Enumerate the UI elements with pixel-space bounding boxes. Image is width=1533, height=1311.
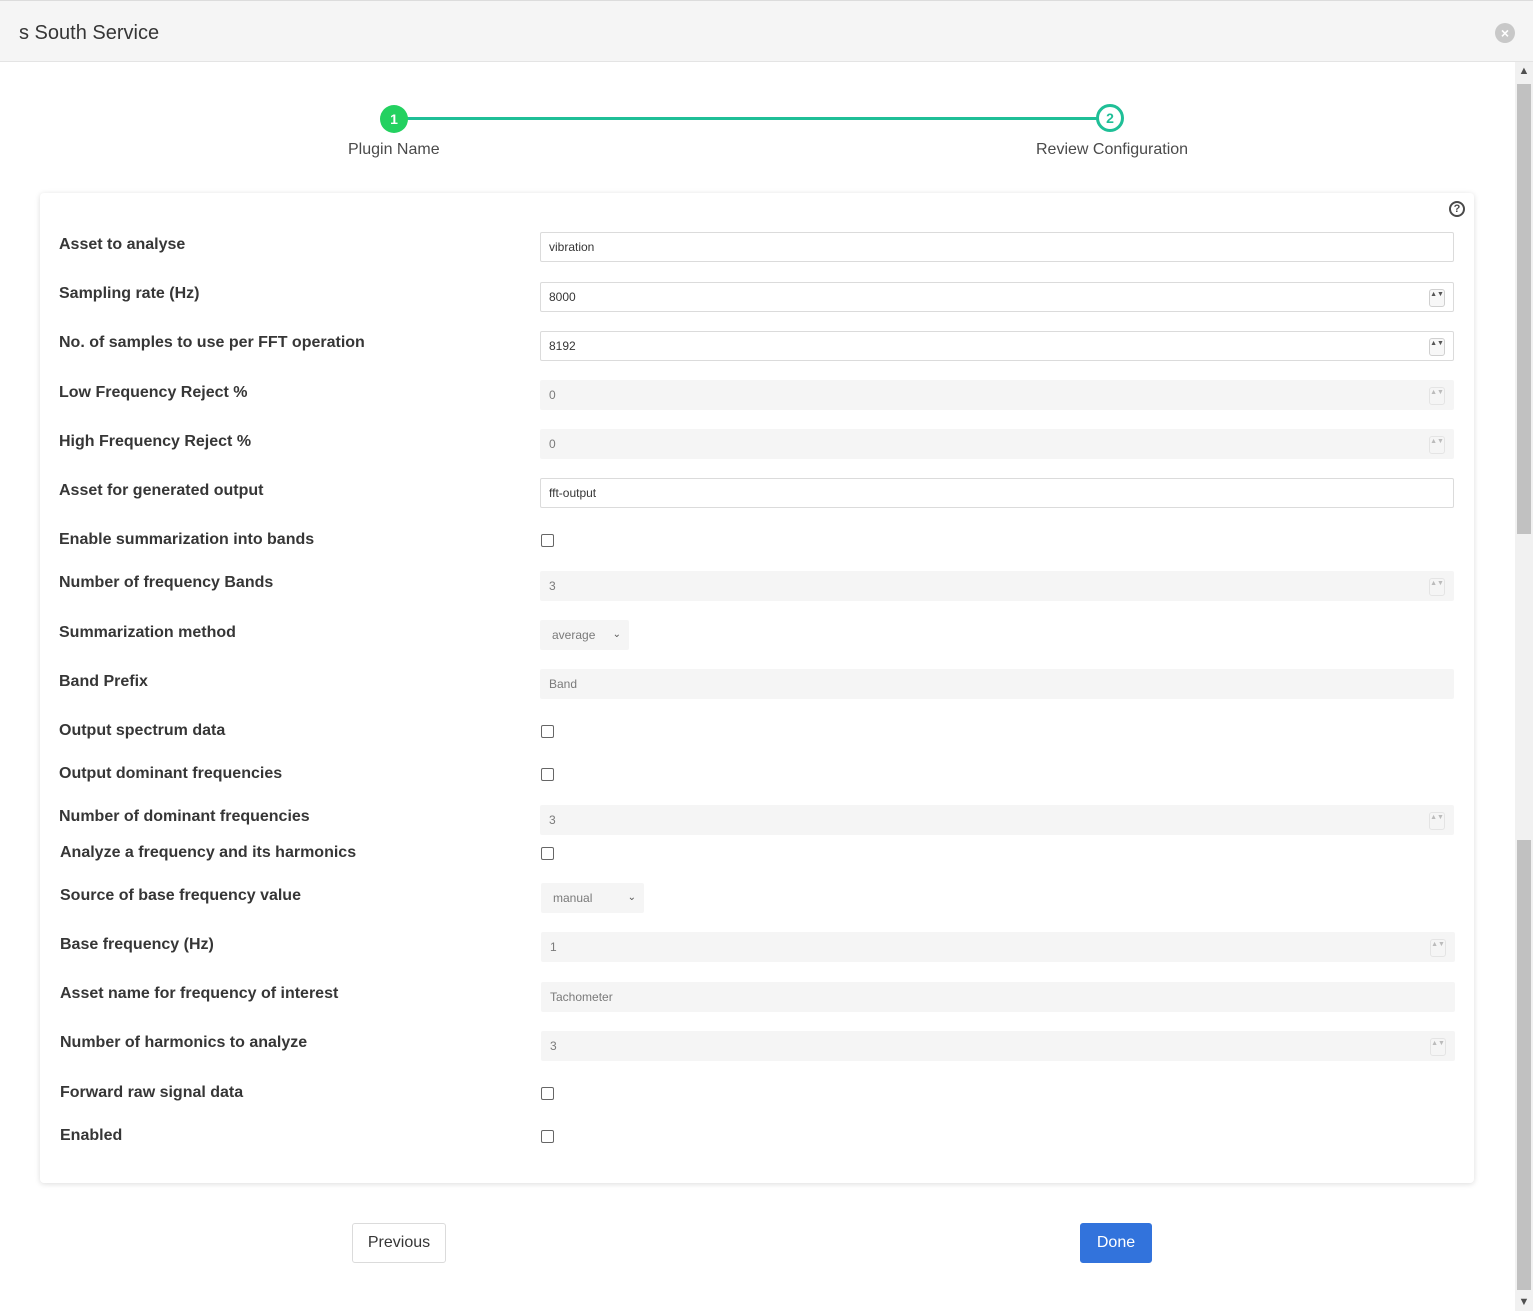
scrollbar[interactable]: ▲ ▼ <box>1515 62 1533 1311</box>
sampling-rate-label: Sampling rate (Hz) <box>59 285 200 302</box>
high-reject-value: 0 <box>549 437 556 451</box>
scroll-up-icon[interactable]: ▲ <box>1515 62 1533 80</box>
summ-method-label: Summarization method <box>59 624 236 641</box>
step-2-label: Review Configuration <box>1036 141 1189 158</box>
forward-raw-label: Forward raw signal data <box>60 1084 244 1101</box>
spin-icon[interactable]: ▲▼ <box>1429 387 1445 405</box>
num-dominant-value: 3 <box>549 813 556 827</box>
num-dominant-input[interactable]: 3 ▲▼ <box>540 805 1454 835</box>
num-bands-value: 3 <box>549 579 556 593</box>
samples-fft-value: 8192 <box>549 339 576 353</box>
asset-interest-input[interactable]: Tachometer <box>541 982 1455 1012</box>
low-reject-label: Low Frequency Reject % <box>59 384 248 401</box>
scroll-track[interactable] <box>1517 840 1531 1290</box>
output-asset-value: fft-output <box>549 486 597 500</box>
base-source-value: manual <box>553 891 593 905</box>
modal-title: s South Service <box>19 22 160 44</box>
summ-method-select[interactable]: average ⌄ <box>540 620 629 650</box>
analyze-harmonics-label: Analyze a frequency and its harmonics <box>60 844 357 861</box>
output-dominant-label: Output dominant frequencies <box>59 765 283 782</box>
asset-interest-label: Asset name for frequency of interest <box>60 985 339 1002</box>
analyze-harmonics-checkbox[interactable] <box>541 847 554 860</box>
num-harmonics-label: Number of harmonics to analyze <box>60 1034 308 1051</box>
chevron-down-icon: ⌄ <box>612 629 621 640</box>
output-asset-label: Asset for generated output <box>59 482 264 499</box>
forward-raw-checkbox[interactable] <box>541 1087 554 1100</box>
base-source-select[interactable]: manual ⌄ <box>541 883 644 913</box>
enabled-checkbox[interactable] <box>541 1130 554 1143</box>
spin-icon[interactable]: ▲▼ <box>1429 436 1445 454</box>
enable-bands-label: Enable summarization into bands <box>59 531 315 548</box>
asset-value: vibration <box>549 240 595 254</box>
base-source-label: Source of base frequency value <box>60 887 301 904</box>
previous-button[interactable]: Previous <box>352 1223 446 1263</box>
stepper-line <box>407 117 1097 120</box>
num-bands-input[interactable]: 3 ▲▼ <box>540 571 1454 601</box>
base-freq-input[interactable]: 1 ▲▼ <box>541 932 1455 962</box>
summ-method-value: average <box>552 628 596 642</box>
high-reject-label: High Frequency Reject % <box>59 433 252 450</box>
scroll-down-icon[interactable]: ▼ <box>1515 1293 1533 1311</box>
num-bands-label: Number of frequency Bands <box>59 574 274 591</box>
low-reject-input[interactable]: 0 ▲▼ <box>540 380 1454 410</box>
spin-icon[interactable]: ▲▼ <box>1429 338 1445 356</box>
band-prefix-input[interactable]: Band <box>540 669 1454 699</box>
samples-fft-input[interactable]: 8192 ▲▼ <box>540 331 1454 361</box>
band-prefix-label: Band Prefix <box>59 673 148 690</box>
output-spectrum-label: Output spectrum data <box>59 722 226 739</box>
close-icon[interactable]: × <box>1495 23 1515 43</box>
step-1-label: Plugin Name <box>348 141 440 158</box>
asset-input[interactable]: vibration <box>540 232 1454 262</box>
asset-interest-value: Tachometer <box>550 990 613 1004</box>
num-harmonics-value: 3 <box>550 1039 557 1053</box>
low-reject-value: 0 <box>549 388 556 402</box>
step-2-circle: 2 <box>1096 104 1124 132</box>
spin-icon[interactable]: ▲▼ <box>1430 939 1446 957</box>
scroll-thumb[interactable] <box>1517 84 1531 534</box>
sampling-rate-input[interactable]: 8000 ▲▼ <box>540 282 1454 312</box>
samples-fft-label: No. of samples to use per FFT operation <box>59 334 365 351</box>
band-prefix-value: Band <box>549 677 578 691</box>
enable-bands-checkbox[interactable] <box>541 534 554 547</box>
num-dominant-label: Number of dominant frequencies <box>59 808 310 825</box>
num-harmonics-input[interactable]: 3 ▲▼ <box>541 1031 1455 1061</box>
output-spectrum-checkbox[interactable] <box>541 725 554 738</box>
enabled-label: Enabled <box>60 1127 123 1144</box>
spin-icon[interactable]: ▲▼ <box>1430 1038 1446 1056</box>
step-1-circle: 1 <box>380 105 408 133</box>
high-reject-input[interactable]: 0 ▲▼ <box>540 429 1454 459</box>
asset-label: Asset to analyse <box>59 236 186 253</box>
output-dominant-checkbox[interactable] <box>541 768 554 781</box>
output-asset-input[interactable]: fft-output <box>540 478 1454 508</box>
help-icon[interactable]: ? <box>1449 201 1465 217</box>
spin-icon[interactable]: ▲▼ <box>1429 812 1445 830</box>
chevron-down-icon: ⌄ <box>627 892 636 903</box>
done-button[interactable]: Done <box>1080 1223 1152 1263</box>
base-freq-label: Base frequency (Hz) <box>60 936 214 953</box>
sampling-rate-value: 8000 <box>549 290 576 304</box>
modal-header: s South Service × <box>0 0 1533 62</box>
spin-icon[interactable]: ▲▼ <box>1429 578 1445 596</box>
base-freq-value: 1 <box>550 940 557 954</box>
spin-icon[interactable]: ▲▼ <box>1429 289 1445 307</box>
